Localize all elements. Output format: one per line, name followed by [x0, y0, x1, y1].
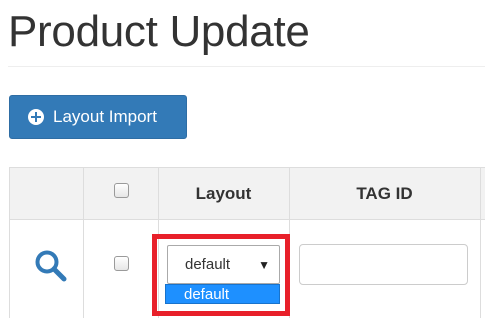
page-title: Product Update — [8, 7, 310, 56]
tag-id-input[interactable] — [299, 244, 468, 285]
tag-id-column-header: TAG ID — [356, 184, 413, 203]
row-checkbox[interactable] — [114, 256, 129, 271]
layout-import-label: Layout Import — [53, 107, 157, 126]
title-divider — [8, 66, 485, 67]
layout-column-header: Layout — [195, 184, 252, 203]
select-all-checkbox[interactable] — [114, 183, 129, 198]
highlight-annotation — [152, 234, 290, 316]
search-icon[interactable] — [34, 249, 68, 283]
column-divider — [480, 168, 481, 318]
column-divider — [83, 168, 84, 318]
layout-import-button[interactable]: Layout Import — [9, 95, 187, 139]
plus-circle-icon — [28, 109, 44, 125]
